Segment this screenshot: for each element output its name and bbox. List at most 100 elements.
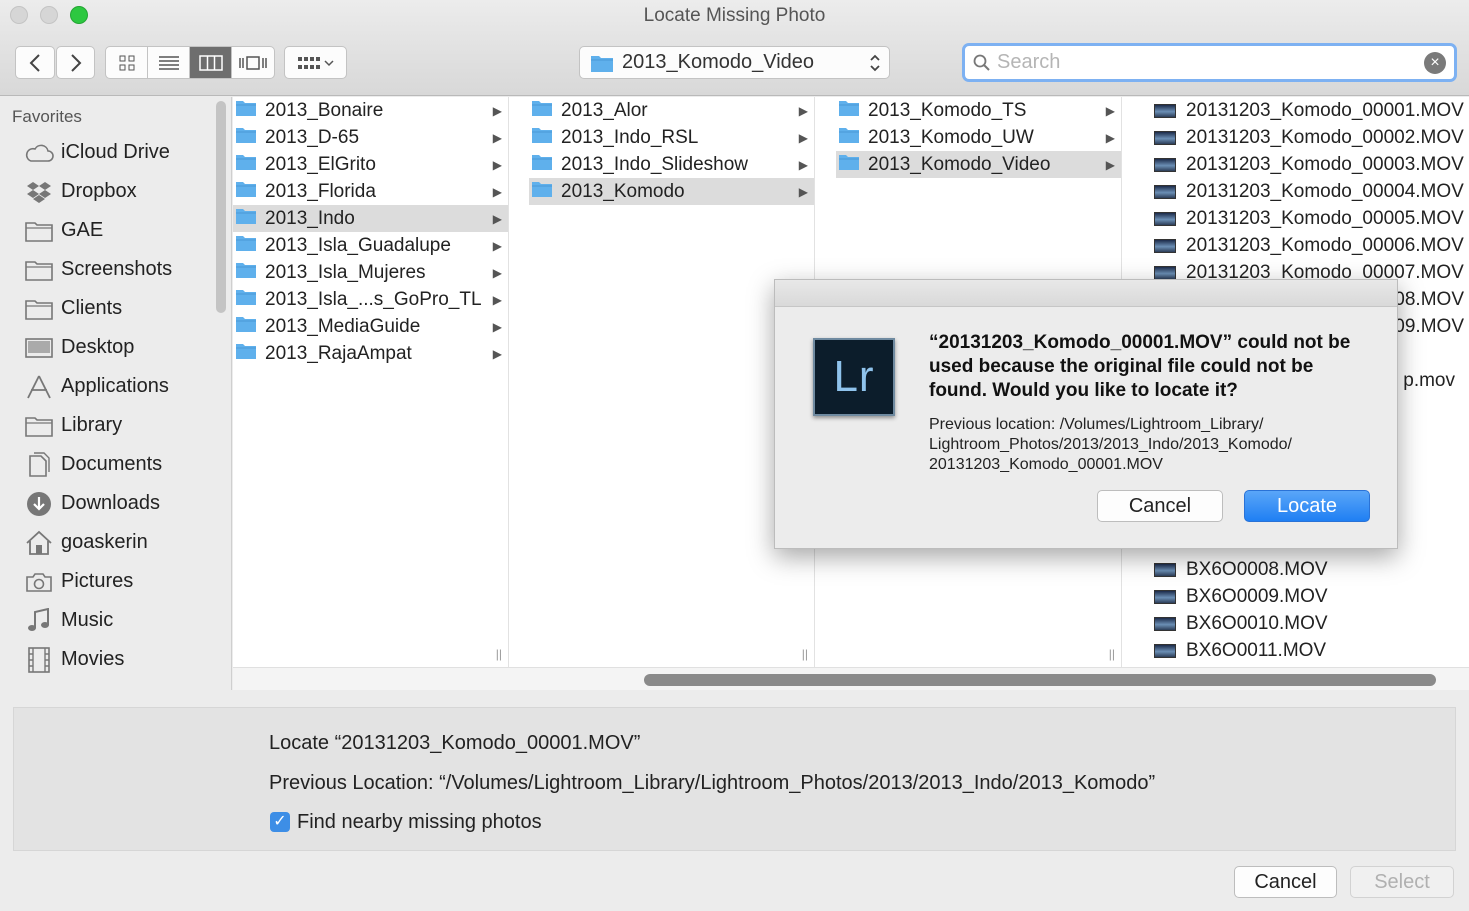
find-nearby-label[interactable]: Find nearby missing photos: [297, 811, 542, 834]
path-popup[interactable]: 2013_Komodo_Video: [579, 46, 890, 79]
column-view-button[interactable]: [190, 47, 232, 78]
downloads-icon: [24, 490, 54, 518]
folder-icon: [235, 207, 257, 231]
sidebar-item-gae[interactable]: GAE: [0, 211, 215, 250]
folder-row[interactable]: 2013_Komodo_UW ▶: [836, 124, 1121, 151]
sidebar-item-pictures[interactable]: Pictures: [0, 562, 215, 601]
sidebar-item-applications[interactable]: Applications: [0, 367, 215, 406]
folder-row[interactable]: 2013_Alor ▶: [529, 97, 814, 124]
back-button[interactable]: [15, 46, 55, 79]
lightroom-app-icon: Lr: [813, 338, 895, 416]
view-mode-segmented-control[interactable]: [105, 46, 275, 79]
disclosure-arrow-icon: ▶: [798, 103, 808, 118]
window-title: Locate Missing Photo: [643, 5, 826, 26]
find-nearby-checkbox[interactable]: ✓: [270, 812, 290, 832]
file-row[interactable]: 20131203_Komodo_00005.MOV: [1144, 205, 1469, 232]
folder-icon: [24, 412, 54, 440]
movie-thumbnail-icon: [1154, 130, 1176, 145]
select-button[interactable]: Select: [1350, 866, 1454, 898]
folder-row[interactable]: 2013_Komodo ▶: [529, 178, 814, 205]
folder-row[interactable]: 2013_D-65 ▶: [233, 124, 508, 151]
disclosure-arrow-icon: ▶: [798, 184, 808, 199]
folder-row[interactable]: 2013_Komodo_TS ▶: [836, 97, 1121, 124]
cover-flow-button[interactable]: [232, 47, 274, 78]
folder-row[interactable]: 2013_MediaGuide ▶: [233, 313, 508, 340]
folder-icon: [235, 126, 257, 150]
sidebar-item-downloads[interactable]: Downloads: [0, 484, 215, 523]
folder-row[interactable]: 2013_Bonaire ▶: [233, 97, 508, 124]
file-row[interactable]: BX6O0011.MOV: [1144, 637, 1469, 664]
folder-name: 2013_Komodo: [561, 180, 685, 202]
folder-icon: [591, 55, 613, 72]
folder-name: 2013_Florida: [265, 180, 376, 202]
folder-name: 2013_Isla_Mujeres: [265, 261, 426, 283]
sidebar-item-clients[interactable]: Clients: [0, 289, 215, 328]
file-row[interactable]: 20131203_Komodo_00006.MOV: [1144, 232, 1469, 259]
movie-thumbnail-icon: [1154, 238, 1176, 253]
folder-row[interactable]: 2013_Florida ▶: [233, 178, 508, 205]
sidebar-item-documents[interactable]: Documents: [0, 445, 215, 484]
sidebar-item-label: Documents: [61, 453, 163, 475]
sidebar-item-home[interactable]: goaskerin: [0, 523, 215, 562]
folder-row[interactable]: 2013_Indo ▶: [233, 205, 508, 232]
disclosure-arrow-icon: ▶: [492, 211, 502, 226]
cancel-button[interactable]: Cancel: [1234, 866, 1337, 898]
horizontal-scrollbar[interactable]: [644, 674, 1436, 686]
missing-file-alert: Lr “20131203_Komodo_00001.MOV” could not…: [774, 279, 1398, 549]
movie-thumbnail-icon: [1154, 589, 1176, 604]
locate-button[interactable]: Locate: [1244, 490, 1370, 522]
folder-icon: [235, 153, 257, 177]
sidebar-item-icloud-drive[interactable]: iCloud Drive: [0, 133, 215, 172]
column-resize-handle[interactable]: ||: [496, 647, 502, 661]
file-row[interactable]: 20131203_Komodo_00001.MOV: [1144, 97, 1469, 124]
search-input[interactable]: [997, 51, 1424, 74]
film-icon: [24, 646, 54, 674]
folder-row[interactable]: 2013_Isla_...s_GoPro_TL ▶: [233, 286, 508, 313]
sidebar-item-library[interactable]: Library: [0, 406, 215, 445]
sidebar-item-screenshots[interactable]: Screenshots: [0, 250, 215, 289]
accessory-panel: Locate “20131203_Komodo_00001.MOV” Previ…: [13, 707, 1456, 851]
folder-icon: [838, 99, 860, 123]
sidebar-item-label: goaskerin: [61, 531, 148, 553]
disclosure-arrow-icon: ▶: [492, 265, 502, 280]
folder-row[interactable]: 2013_Indo_Slideshow ▶: [529, 151, 814, 178]
sidebar-item-dropbox[interactable]: Dropbox: [0, 172, 215, 211]
sidebar-item-desktop[interactable]: Desktop: [0, 328, 215, 367]
file-row[interactable]: 20131203_Komodo_00002.MOV: [1144, 124, 1469, 151]
folder-row[interactable]: 2013_Isla_Mujeres ▶: [233, 259, 508, 286]
folder-row[interactable]: 2013_Indo_RSL ▶: [529, 124, 814, 151]
sidebar-item-label: Movies: [61, 648, 125, 670]
file-name: 20131203_Komodo_00004.MOV: [1186, 180, 1464, 202]
folder-row[interactable]: 2013_Komodo_Video ▶: [836, 151, 1121, 178]
folder-row[interactable]: 2013_ElGrito ▶: [233, 151, 508, 178]
forward-button[interactable]: [56, 46, 95, 79]
sidebar-item-music[interactable]: Music: [0, 601, 215, 640]
folder-name: 2013_Alor: [561, 99, 648, 121]
sidebar-scrollbar[interactable]: [216, 101, 226, 313]
file-row[interactable]: BX6O0009.MOV: [1144, 583, 1469, 610]
folder-row[interactable]: 2013_RajaAmpat ▶: [233, 340, 508, 367]
sidebar-item-movies[interactable]: Movies: [0, 640, 215, 679]
music-icon: [24, 607, 54, 635]
chevron-right-icon: [70, 53, 81, 72]
movie-thumbnail-icon: [1154, 157, 1176, 172]
folder-name: 2013_Komodo_TS: [868, 99, 1027, 121]
column-resize-handle[interactable]: ||: [1109, 647, 1115, 661]
file-row[interactable]: BX6O0010.MOV: [1144, 610, 1469, 637]
list-view-button[interactable]: [148, 47, 190, 78]
folder-row[interactable]: 2013_Isla_Guadalupe ▶: [233, 232, 508, 259]
arrange-menu-button[interactable]: [284, 46, 347, 79]
alert-cancel-button[interactable]: Cancel: [1097, 490, 1223, 522]
locate-filename-text: Locate “20131203_Komodo_00001.MOV”: [269, 732, 641, 754]
file-row[interactable]: 20131203_Komodo_00004.MOV: [1144, 178, 1469, 205]
icon-view-button[interactable]: [106, 47, 148, 78]
clear-search-icon[interactable]: ×: [1424, 51, 1446, 74]
movie-thumbnail-icon: [1154, 643, 1176, 658]
arrange-icon: [297, 56, 334, 69]
movie-thumbnail-icon: [1154, 211, 1176, 226]
search-field[interactable]: ×: [962, 43, 1457, 82]
file-row[interactable]: 20131203_Komodo_00003.MOV: [1144, 151, 1469, 178]
folder-icon: [235, 342, 257, 366]
column-resize-handle[interactable]: ||: [802, 647, 808, 661]
file-row[interactable]: BX6O0008.MOV: [1144, 556, 1469, 583]
